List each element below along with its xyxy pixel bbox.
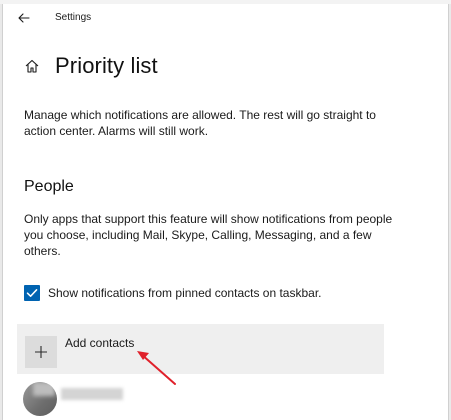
pinned-contacts-checkbox[interactable] <box>24 285 40 301</box>
pinned-contacts-checkbox-row[interactable]: Show notifications from pinned contacts … <box>24 285 322 301</box>
title-bar: Settings <box>3 4 448 32</box>
pinned-contacts-checkbox-label: Show notifications from pinned contacts … <box>48 286 322 300</box>
add-contacts-label: Add contacts <box>65 336 135 350</box>
page-description: Manage which notifications are allowed. … <box>24 108 376 138</box>
add-contacts-button[interactable]: Add contacts <box>17 324 384 374</box>
checkmark-icon <box>26 289 38 297</box>
back-arrow-icon <box>18 13 30 23</box>
app-title: Settings <box>55 12 92 23</box>
page-title: Priority list <box>55 53 158 78</box>
settings-window: Settings Priority list Manage which noti… <box>2 4 449 420</box>
people-section-description: Only apps that support this feature will… <box>24 212 393 258</box>
contact-item[interactable] <box>23 376 143 420</box>
people-section-title: People <box>24 178 74 195</box>
avatar <box>23 382 57 416</box>
page-header: Priority list <box>23 50 158 82</box>
back-button[interactable] <box>13 9 35 27</box>
home-icon[interactable] <box>23 57 41 75</box>
avatar-blur <box>33 382 55 396</box>
contact-name-redacted <box>61 388 123 400</box>
plus-icon <box>25 336 57 368</box>
